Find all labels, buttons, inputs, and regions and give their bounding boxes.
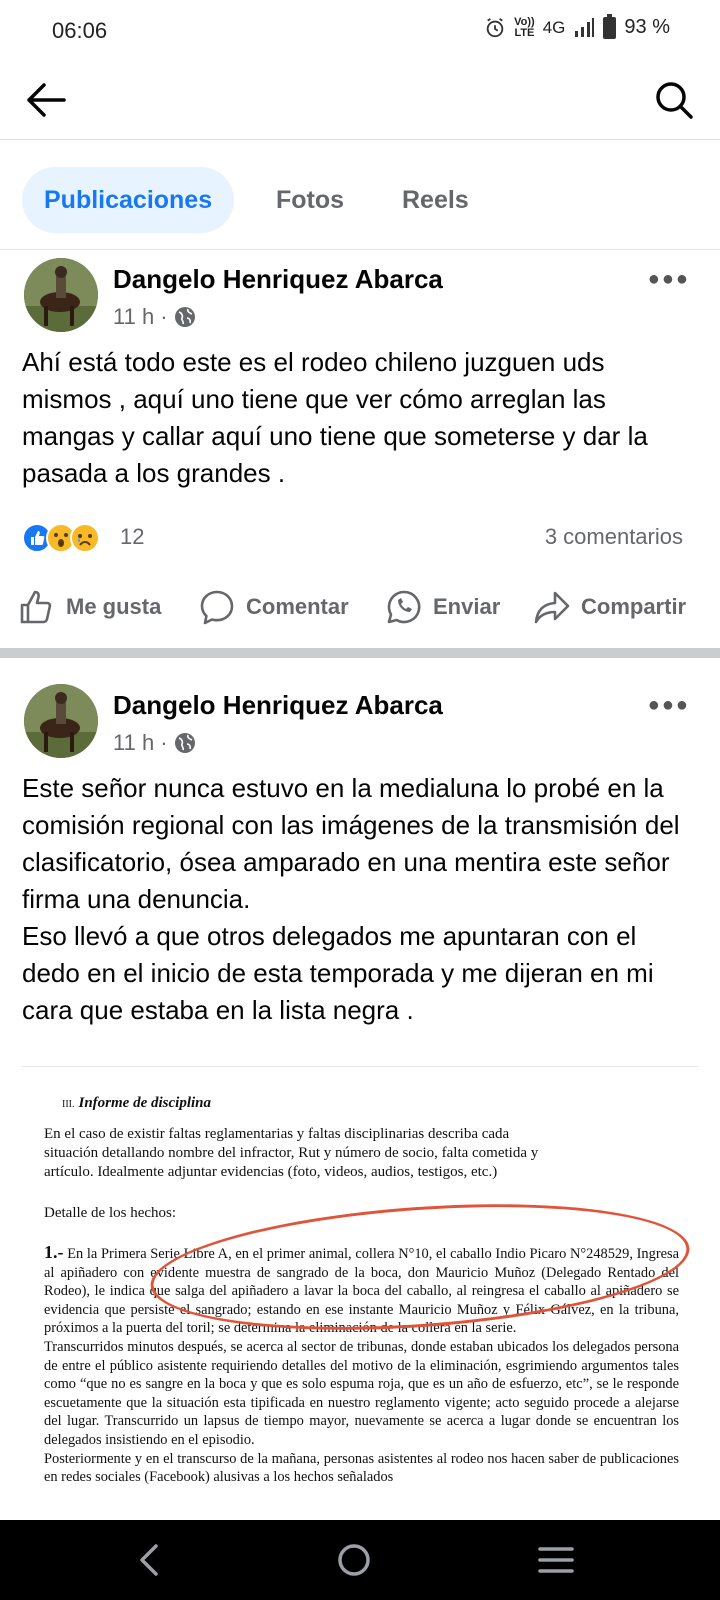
battery-icon [603,13,617,39]
app-bar [0,60,720,140]
nav-recents-icon[interactable] [536,1542,576,1578]
doc-detail-heading: Detalle de los hechos: [44,1205,177,1221]
share-button[interactable]: Compartir [533,588,686,626]
volte-bottom: LTE [514,26,535,39]
tab-fotos[interactable]: Fotos [254,167,366,233]
share-icon [534,591,570,624]
meta-separator: · [160,730,168,755]
avatar[interactable] [24,684,98,758]
nav-home-icon[interactable] [334,1542,374,1578]
tab-publicaciones[interactable]: Publicaciones [22,167,235,233]
status-bar: 06:06 Vo)) LTE 4G 93 % [0,0,720,60]
comment-button[interactable]: Comentar [198,588,349,626]
alarm-icon [486,17,504,37]
post-author[interactable]: Dangelo Henriquez Abarca [113,690,443,721]
post-attached-document-image[interactable]: III. Informe de disciplina En el caso de … [22,1066,698,1520]
like-button[interactable]: Me gusta [18,588,161,626]
comment-icon [200,590,234,625]
post-text: Ahí está todo este es el rodeo chileno j… [22,347,648,488]
doc-item-number: 1.- [44,1242,64,1262]
globe-icon [174,733,195,753]
post-separator [0,648,720,658]
more-options-icon[interactable]: ●●● [648,268,690,291]
avatar[interactable] [24,258,98,332]
search-icon[interactable] [654,80,694,120]
post-header: Dangelo Henriquez Abarca 11 h · ●●● [0,258,720,338]
doc-section-number: III. [62,1099,75,1110]
status-time: 06:06 [52,18,108,43]
comments-count[interactable]: 3 comentarios [545,524,683,550]
post-header: Dangelo Henriquez Abarca 11 h · ●●● [0,684,720,764]
thumbs-up-icon [20,590,52,624]
profile-tabs: Publicaciones Fotos Reels [0,140,720,250]
post-actions: Me gusta Comentar Enviar Compartir [0,578,720,638]
nav-back-icon[interactable] [130,1542,170,1578]
network-type: 4G [542,17,566,37]
post-meta: 11 h · [113,304,196,330]
status-icons: Vo)) LTE 4G 93 % [484,13,670,39]
more-options-icon[interactable]: ●●● [648,694,690,717]
tab-reels[interactable]: Reels [380,167,491,233]
system-nav-bar [0,1520,720,1600]
post-time[interactable]: 11 h [113,304,154,330]
post-author[interactable]: Dangelo Henriquez Abarca [113,264,443,295]
signal-icon [575,17,595,37]
avatar-image [24,258,98,332]
volte-icon: Vo)) LTE [514,16,535,39]
share-label: Compartir [581,594,687,619]
post-meta: 11 h · [113,730,196,756]
sad-reaction-icon [70,523,100,553]
avatar-image [24,684,98,758]
doc-section-title: III. Informe de disciplina [62,1095,211,1112]
whatsapp-icon [387,590,421,624]
arrow-left-icon[interactable] [24,80,68,120]
doc-paragraph-2: Transcurridos minutos después, se acerca… [44,1338,679,1448]
post-text: Este señor nunca estuvo en la medialuna … [22,773,680,1025]
post-time[interactable]: 11 h [113,730,154,756]
battery-level: 93 % [624,16,670,38]
comment-label: Comentar [246,594,349,619]
doc-intro: En el caso de existir faltas reglamentar… [44,1126,539,1180]
doc-section-label: Informe de disciplina [78,1095,212,1111]
reactions-bar: 12 3 comentarios [0,518,720,558]
meta-separator: · [160,304,168,329]
reaction-icons[interactable] [22,523,100,553]
like-label: Me gusta [66,594,162,619]
send-label: Enviar [433,594,501,619]
send-button[interactable]: Enviar [385,588,500,626]
globe-icon [174,307,195,327]
doc-paragraph-3: Posteriormente y en el transcurso de la … [44,1450,679,1486]
reaction-count[interactable]: 12 [120,524,144,550]
